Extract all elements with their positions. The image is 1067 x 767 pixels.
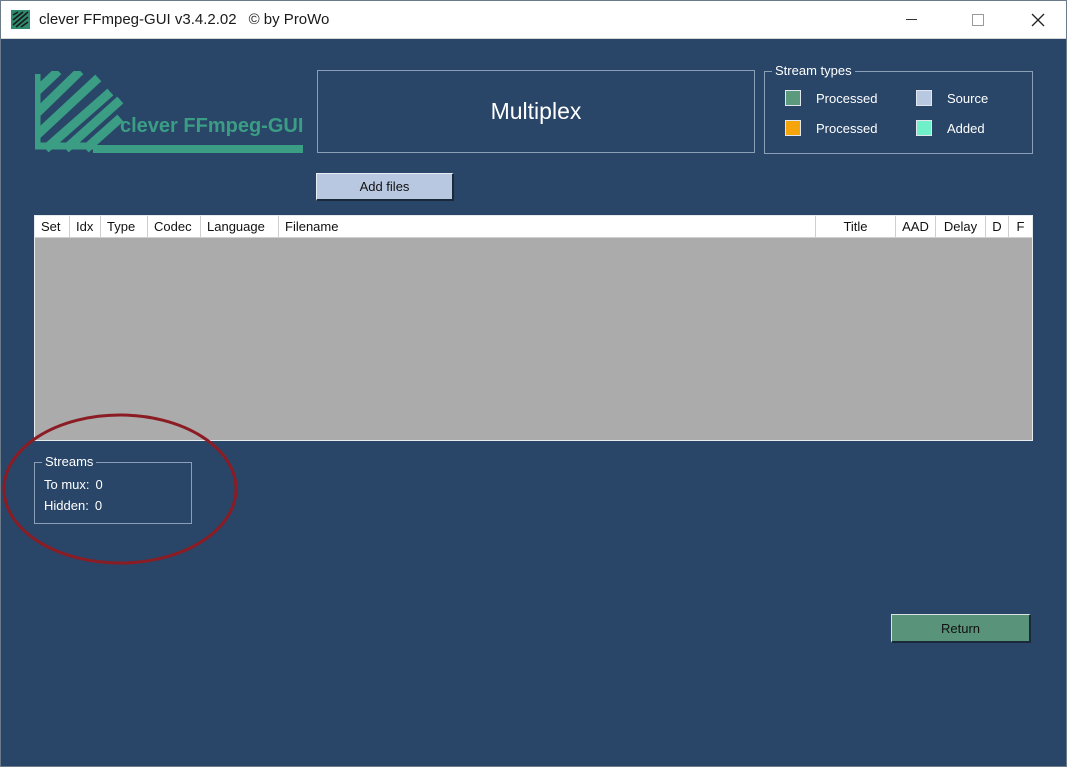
minimize-button[interactable] — [888, 1, 934, 38]
window-title: clever FFmpeg-GUI v3.4.2.02 © by ProWo — [39, 11, 329, 28]
legend-label: Added — [947, 120, 985, 136]
app-window: clever FFmpeg-GUI v3.4.2.02 © by ProWo cl… — [0, 0, 1067, 767]
source-swatch — [916, 90, 932, 106]
column-header-f[interactable]: F — [1009, 216, 1032, 237]
legend-item-processed-green: Processed — [785, 90, 877, 106]
column-header-aad[interactable]: AAD — [896, 216, 936, 237]
column-header-delay[interactable]: Delay — [936, 216, 986, 237]
page-title: Multiplex — [490, 98, 582, 124]
column-header-set[interactable]: Set — [35, 216, 70, 237]
add-files-button[interactable]: Add files — [316, 173, 454, 201]
legend-item-processed-orange: Processed — [785, 120, 877, 136]
mode-title-panel: Multiplex — [317, 70, 755, 153]
legend-label: Source — [947, 90, 989, 106]
close-button[interactable] — [1015, 1, 1061, 38]
legend-item-source: Source — [916, 90, 988, 106]
return-label: Return — [940, 620, 981, 636]
logo-text: clever FFmpeg-GUI — [120, 115, 304, 137]
return-button[interactable]: Return — [891, 614, 1031, 643]
app-title: clever FFmpeg-GUI v3.4.2.02 — [39, 11, 237, 28]
stream-types-title: Stream types — [772, 63, 855, 78]
ffmpeg-logo-icon — [35, 71, 303, 153]
copyright-text: © by ProWo — [248, 11, 330, 28]
column-header-filename[interactable]: Filename — [279, 216, 816, 237]
column-header-type[interactable]: Type — [101, 216, 148, 237]
highlight-ellipse — [2, 413, 238, 565]
title-bar[interactable]: clever FFmpeg-GUI v3.4.2.02 © by ProWo — [1, 1, 1066, 39]
processed-orange-swatch — [785, 120, 801, 136]
maximize-icon — [972, 13, 984, 26]
legend-item-added: Added — [916, 120, 985, 136]
column-header-title[interactable]: Title — [816, 216, 896, 237]
maximize-button[interactable] — [955, 1, 1001, 38]
legend-label: Processed — [816, 120, 878, 136]
added-swatch — [916, 120, 932, 136]
legend-label: Processed — [816, 90, 878, 106]
ffmpeg-logo-icon — [11, 10, 30, 29]
minimize-icon — [905, 19, 917, 20]
add-files-label: Add files — [359, 179, 410, 194]
close-icon — [1031, 13, 1045, 26]
column-header-idx[interactable]: Idx — [70, 216, 101, 237]
column-header-codec[interactable]: Codec — [148, 216, 201, 237]
table-header: Set Idx Type Codec Language Filename Tit… — [35, 216, 1032, 238]
streams-table[interactable]: Set Idx Type Codec Language Filename Tit… — [34, 215, 1033, 441]
column-header-language[interactable]: Language — [201, 216, 279, 237]
processed-green-swatch — [785, 90, 801, 106]
stream-types-group: Stream types Processed Source Processed … — [764, 63, 1033, 154]
column-header-d[interactable]: D — [986, 216, 1009, 237]
